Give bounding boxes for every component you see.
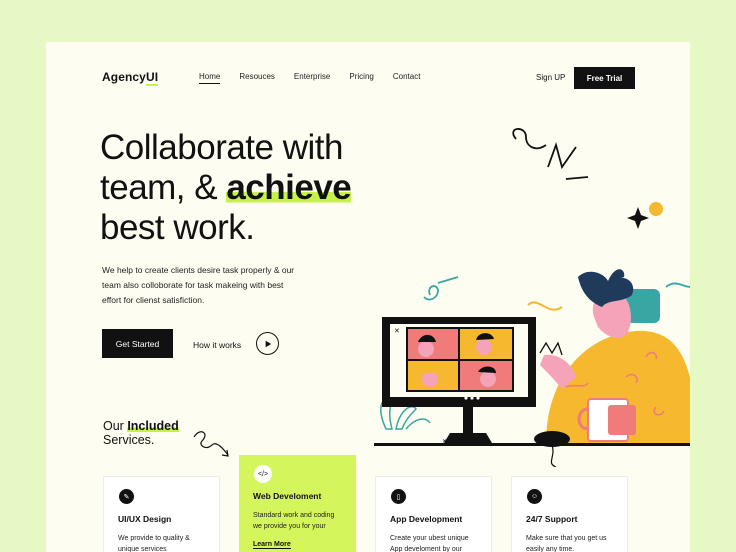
computer-mouse bbox=[534, 431, 570, 447]
pen-tool-icon: ✎ bbox=[119, 489, 134, 504]
service-card-desc: Create your ubest unique App develoment … bbox=[390, 535, 469, 552]
nav-resources[interactable]: Resouces bbox=[239, 72, 275, 84]
hero-illustration: ✕✕✕ ✕ bbox=[374, 128, 690, 467]
nav-home[interactable]: Home bbox=[199, 72, 221, 84]
free-trial-button[interactable]: Free Trial bbox=[574, 67, 635, 89]
main-nav: Home Resouces Enterprise Pricing Contact bbox=[199, 72, 439, 84]
nav-pricing[interactable]: Pricing bbox=[349, 72, 373, 84]
svg-text:✕: ✕ bbox=[394, 327, 400, 335]
brand-logo[interactable]: AgencyUI bbox=[102, 70, 159, 86]
service-card-desc: Standard work and coding we provide you … bbox=[253, 512, 335, 530]
service-card-app[interactable]: ▯ App Development Create your ubest uniq… bbox=[375, 476, 492, 552]
play-button[interactable] bbox=[256, 332, 279, 355]
play-icon bbox=[265, 340, 271, 347]
learn-more-link[interactable]: Learn More bbox=[253, 541, 291, 549]
service-card-title: 24/7 Support bbox=[526, 514, 578, 524]
sparkle-icon bbox=[627, 207, 649, 229]
nav-enterprise[interactable]: Enterprise bbox=[294, 72, 330, 84]
service-card-title: Web Develoment bbox=[253, 491, 322, 501]
service-card-title: App Development bbox=[390, 514, 463, 524]
get-started-button[interactable]: Get Started bbox=[102, 329, 173, 358]
service-card-uiux[interactable]: ✎ UI/UX Design We provide to quality & u… bbox=[103, 476, 220, 552]
nav-contact[interactable]: Contact bbox=[393, 72, 421, 84]
code-icon: </> bbox=[254, 465, 272, 483]
service-card-web[interactable]: </> Web Develoment Standard work and cod… bbox=[239, 455, 356, 552]
how-it-works-link[interactable]: How it works bbox=[193, 340, 241, 350]
sun-dot bbox=[649, 202, 663, 216]
services-title: Our Included Services. bbox=[103, 419, 179, 447]
squiggle-arrow-icon bbox=[193, 431, 229, 457]
phone-icon: ▯ bbox=[391, 489, 406, 504]
support-icon: ☺ bbox=[527, 489, 542, 504]
service-card-title: UI/UX Design bbox=[118, 514, 172, 524]
services-title-highlight: Included bbox=[127, 419, 179, 433]
service-card-support[interactable]: ☺ 24/7 Support Make sure that you get us… bbox=[511, 476, 628, 552]
landing-page-frame: AgencyUI Home Resouces Enterprise Pricin… bbox=[46, 42, 690, 552]
signup-link[interactable]: Sign UP bbox=[536, 73, 565, 82]
service-card-desc: Make sure that you get us easily any tim… bbox=[526, 535, 607, 552]
service-card-desc: We provide to quality & unique services bbox=[118, 535, 190, 552]
hero-description: We help to create clients desire task pr… bbox=[102, 265, 295, 305]
